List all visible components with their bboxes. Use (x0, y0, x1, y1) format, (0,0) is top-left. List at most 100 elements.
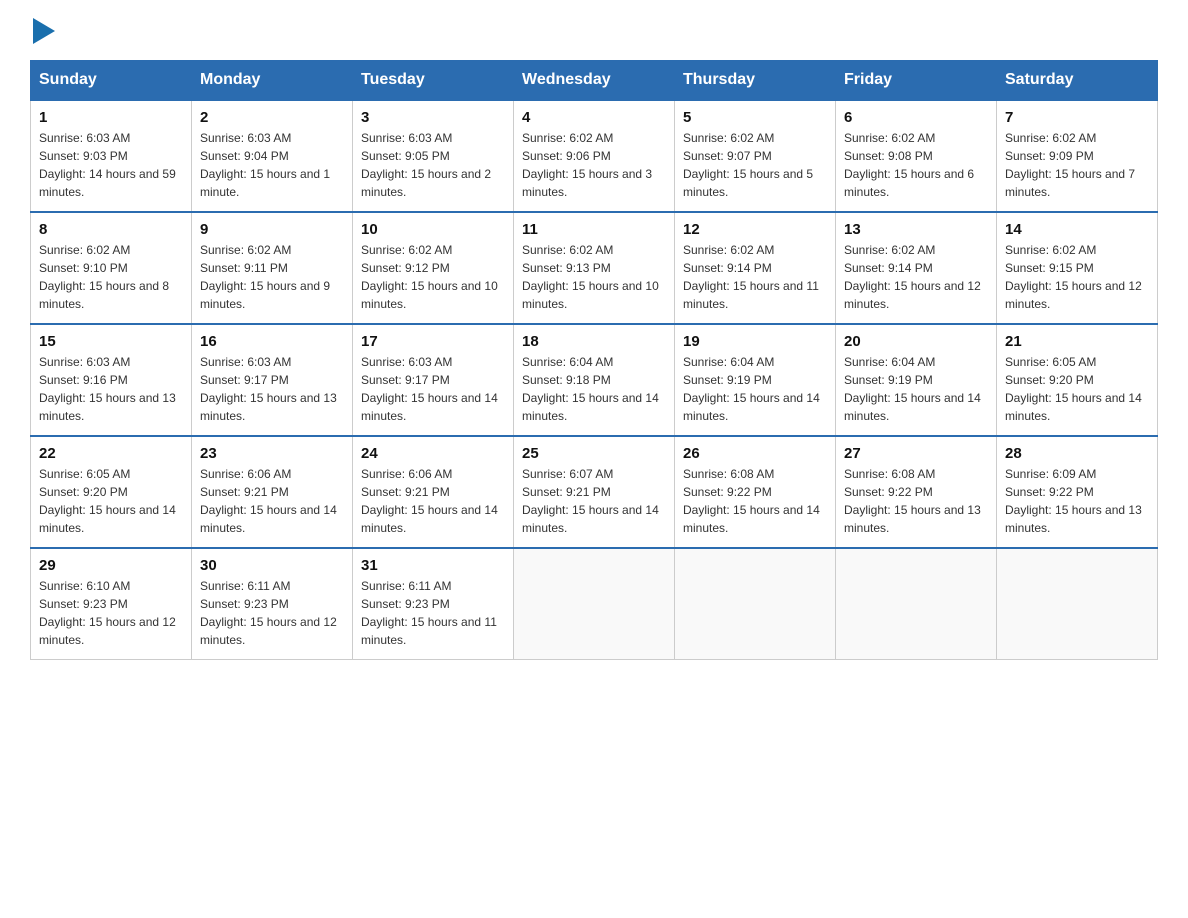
day-info: Sunrise: 6:04 AMSunset: 9:19 PMDaylight:… (683, 353, 827, 425)
day-number: 6 (844, 109, 988, 126)
day-number: 27 (844, 445, 988, 462)
day-number: 4 (522, 109, 666, 126)
day-info: Sunrise: 6:10 AMSunset: 9:23 PMDaylight:… (39, 577, 183, 649)
day-info: Sunrise: 6:02 AMSunset: 9:06 PMDaylight:… (522, 129, 666, 201)
day-info: Sunrise: 6:03 AMSunset: 9:04 PMDaylight:… (200, 129, 344, 201)
day-info: Sunrise: 6:11 AMSunset: 9:23 PMDaylight:… (200, 577, 344, 649)
calendar-day-cell: 24 Sunrise: 6:06 AMSunset: 9:21 PMDayligh… (353, 436, 514, 548)
logo (30, 20, 55, 42)
day-number: 24 (361, 445, 505, 462)
day-number: 1 (39, 109, 183, 126)
day-number: 2 (200, 109, 344, 126)
calendar-day-cell: 15 Sunrise: 6:03 AMSunset: 9:16 PMDayligh… (31, 324, 192, 436)
calendar-day-cell: 3 Sunrise: 6:03 AMSunset: 9:05 PMDaylight… (353, 100, 514, 212)
day-number: 10 (361, 221, 505, 238)
calendar-day-cell: 9 Sunrise: 6:02 AMSunset: 9:11 PMDaylight… (192, 212, 353, 324)
day-number: 16 (200, 333, 344, 350)
column-header-saturday: Saturday (997, 61, 1158, 101)
calendar-day-cell: 31 Sunrise: 6:11 AMSunset: 9:23 PMDayligh… (353, 548, 514, 660)
day-number: 17 (361, 333, 505, 350)
day-info: Sunrise: 6:03 AMSunset: 9:03 PMDaylight:… (39, 129, 183, 201)
calendar-day-cell: 28 Sunrise: 6:09 AMSunset: 9:22 PMDayligh… (997, 436, 1158, 548)
calendar-week-row: 22 Sunrise: 6:05 AMSunset: 9:20 PMDayligh… (31, 436, 1158, 548)
day-info: Sunrise: 6:05 AMSunset: 9:20 PMDaylight:… (39, 465, 183, 537)
calendar-day-cell: 8 Sunrise: 6:02 AMSunset: 9:10 PMDaylight… (31, 212, 192, 324)
day-number: 9 (200, 221, 344, 238)
day-info: Sunrise: 6:02 AMSunset: 9:11 PMDaylight:… (200, 241, 344, 313)
day-number: 28 (1005, 445, 1149, 462)
day-number: 26 (683, 445, 827, 462)
day-info: Sunrise: 6:04 AMSunset: 9:19 PMDaylight:… (844, 353, 988, 425)
day-number: 25 (522, 445, 666, 462)
day-number: 15 (39, 333, 183, 350)
calendar-day-cell: 2 Sunrise: 6:03 AMSunset: 9:04 PMDaylight… (192, 100, 353, 212)
day-info: Sunrise: 6:02 AMSunset: 9:15 PMDaylight:… (1005, 241, 1149, 313)
column-header-tuesday: Tuesday (353, 61, 514, 101)
column-header-monday: Monday (192, 61, 353, 101)
calendar-day-cell (514, 548, 675, 660)
day-info: Sunrise: 6:06 AMSunset: 9:21 PMDaylight:… (200, 465, 344, 537)
calendar-day-cell: 21Sunrise: 6:05 AMSunset: 9:20 PMDayligh… (997, 324, 1158, 436)
day-info: Sunrise: 6:03 AMSunset: 9:05 PMDaylight:… (361, 129, 505, 201)
day-info: Sunrise: 6:02 AMSunset: 9:10 PMDaylight:… (39, 241, 183, 313)
day-number: 30 (200, 557, 344, 574)
day-info: Sunrise: 6:02 AMSunset: 9:14 PMDaylight:… (683, 241, 827, 313)
day-number: 29 (39, 557, 183, 574)
day-info: Sunrise: 6:03 AMSunset: 9:16 PMDaylight:… (39, 353, 183, 425)
day-info: Sunrise: 6:02 AMSunset: 9:07 PMDaylight:… (683, 129, 827, 201)
day-info: Sunrise: 6:11 AMSunset: 9:23 PMDaylight:… (361, 577, 505, 649)
calendar-day-cell: 29 Sunrise: 6:10 AMSunset: 9:23 PMDayligh… (31, 548, 192, 660)
calendar-day-cell: 7 Sunrise: 6:02 AMSunset: 9:09 PMDaylight… (997, 100, 1158, 212)
column-header-wednesday: Wednesday (514, 61, 675, 101)
calendar-day-cell: 23 Sunrise: 6:06 AMSunset: 9:21 PMDayligh… (192, 436, 353, 548)
column-header-friday: Friday (836, 61, 997, 101)
calendar-day-cell: 16 Sunrise: 6:03 AMSunset: 9:17 PMDayligh… (192, 324, 353, 436)
calendar-day-cell: 20 Sunrise: 6:04 AMSunset: 9:19 PMDayligh… (836, 324, 997, 436)
day-info: Sunrise: 6:02 AMSunset: 9:09 PMDaylight:… (1005, 129, 1149, 201)
calendar-day-cell: 11Sunrise: 6:02 AMSunset: 9:13 PMDayligh… (514, 212, 675, 324)
day-number: 20 (844, 333, 988, 350)
day-number: 12 (683, 221, 827, 238)
calendar-week-row: 29 Sunrise: 6:10 AMSunset: 9:23 PMDayligh… (31, 548, 1158, 660)
calendar-day-cell: 17 Sunrise: 6:03 AMSunset: 9:17 PMDayligh… (353, 324, 514, 436)
day-number: 3 (361, 109, 505, 126)
day-info: Sunrise: 6:08 AMSunset: 9:22 PMDaylight:… (683, 465, 827, 537)
calendar-day-cell: 5 Sunrise: 6:02 AMSunset: 9:07 PMDaylight… (675, 100, 836, 212)
calendar-day-cell: 14 Sunrise: 6:02 AMSunset: 9:15 PMDayligh… (997, 212, 1158, 324)
calendar-week-row: 8 Sunrise: 6:02 AMSunset: 9:10 PMDaylight… (31, 212, 1158, 324)
column-header-sunday: Sunday (31, 61, 192, 101)
calendar-week-row: 15 Sunrise: 6:03 AMSunset: 9:16 PMDayligh… (31, 324, 1158, 436)
day-number: 18 (522, 333, 666, 350)
calendar-day-cell: 1 Sunrise: 6:03 AMSunset: 9:03 PMDaylight… (31, 100, 192, 212)
day-number: 13 (844, 221, 988, 238)
day-info: Sunrise: 6:07 AMSunset: 9:21 PMDaylight:… (522, 465, 666, 537)
day-info: Sunrise: 6:09 AMSunset: 9:22 PMDaylight:… (1005, 465, 1149, 537)
day-number: 23 (200, 445, 344, 462)
day-info: Sunrise: 6:02 AMSunset: 9:13 PMDaylight:… (522, 241, 666, 313)
column-header-thursday: Thursday (675, 61, 836, 101)
day-number: 7 (1005, 109, 1149, 126)
day-info: Sunrise: 6:02 AMSunset: 9:14 PMDaylight:… (844, 241, 988, 313)
calendar-day-cell (997, 548, 1158, 660)
day-info: Sunrise: 6:05 AMSunset: 9:20 PMDaylight:… (1005, 353, 1149, 425)
day-info: Sunrise: 6:02 AMSunset: 9:12 PMDaylight:… (361, 241, 505, 313)
day-number: 31 (361, 557, 505, 574)
day-number: 5 (683, 109, 827, 126)
day-number: 19 (683, 333, 827, 350)
calendar-day-cell: 30 Sunrise: 6:11 AMSunset: 9:23 PMDayligh… (192, 548, 353, 660)
calendar-day-cell: 27Sunrise: 6:08 AMSunset: 9:22 PMDayligh… (836, 436, 997, 548)
calendar-week-row: 1 Sunrise: 6:03 AMSunset: 9:03 PMDaylight… (31, 100, 1158, 212)
calendar-day-cell: 26 Sunrise: 6:08 AMSunset: 9:22 PMDayligh… (675, 436, 836, 548)
day-info: Sunrise: 6:06 AMSunset: 9:21 PMDaylight:… (361, 465, 505, 537)
day-number: 8 (39, 221, 183, 238)
page-header (30, 20, 1158, 42)
calendar-day-cell (675, 548, 836, 660)
calendar-day-cell (836, 548, 997, 660)
calendar-day-cell: 25 Sunrise: 6:07 AMSunset: 9:21 PMDayligh… (514, 436, 675, 548)
day-info: Sunrise: 6:03 AMSunset: 9:17 PMDaylight:… (361, 353, 505, 425)
day-number: 22 (39, 445, 183, 462)
day-info: Sunrise: 6:02 AMSunset: 9:08 PMDaylight:… (844, 129, 988, 201)
calendar-day-cell: 22 Sunrise: 6:05 AMSunset: 9:20 PMDayligh… (31, 436, 192, 548)
day-info: Sunrise: 6:03 AMSunset: 9:17 PMDaylight:… (200, 353, 344, 425)
day-number: 14 (1005, 221, 1149, 238)
